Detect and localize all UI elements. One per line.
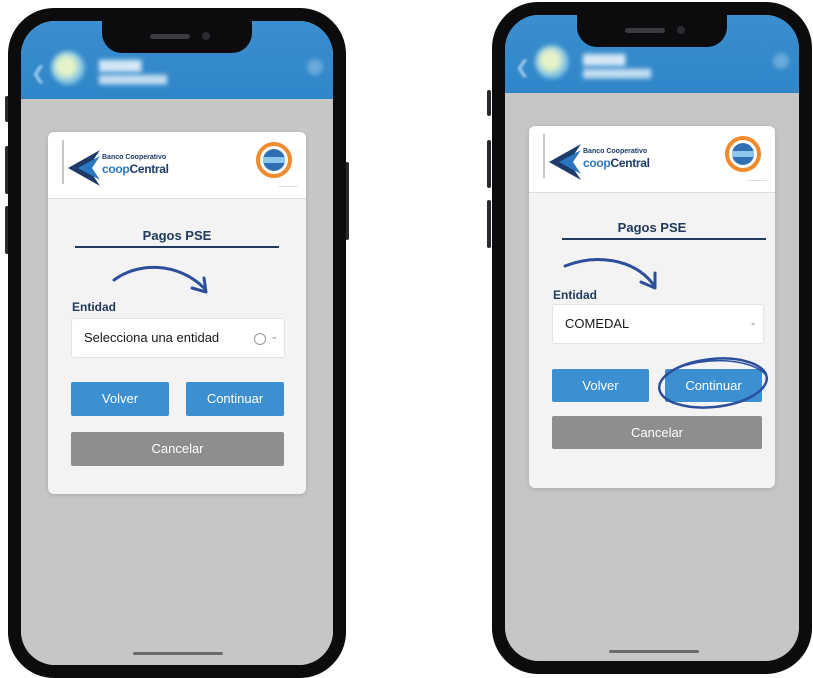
entity-select-value: COMEDAL <box>565 316 630 331</box>
back-icon[interactable]: ❮ <box>515 57 530 78</box>
home-indicator <box>609 650 699 653</box>
payment-card: Banco Cooperativo coopCentral ─────── Pa… <box>529 126 775 488</box>
entity-label: Entidad <box>553 288 597 302</box>
cancel-button[interactable]: Cancelar <box>71 432 284 466</box>
entity-select[interactable]: COMEDAL ⌄ <box>552 304 764 344</box>
bank-name-line2: coopCentral <box>102 162 169 176</box>
curved-arrow-icon <box>112 265 208 294</box>
menu-icon[interactable] <box>307 59 323 75</box>
bank-name-line1: Banco Cooperativo <box>102 154 167 161</box>
volume-up-button <box>487 140 491 188</box>
phone-frame-2: ❮ ██████ ████████████ Banco Cooperativo … <box>492 2 812 674</box>
pse-logo-icon <box>256 142 292 178</box>
entity-select-value: Selecciona una entidad <box>84 330 220 345</box>
back-button[interactable]: Volver <box>552 369 649 402</box>
payment-card: Banco Cooperativo coopCentral ─────── Pa… <box>48 132 306 494</box>
chat-title-blurred: ██████ <box>99 61 142 72</box>
chat-subtitle-blurred: ████████████ <box>99 75 168 84</box>
bank-logo-icon <box>549 144 581 180</box>
notch <box>102 21 252 53</box>
back-icon[interactable]: ❮ <box>31 63 46 84</box>
avatar <box>535 45 569 79</box>
pse-tagline: ─────── <box>747 178 767 183</box>
menu-icon[interactable] <box>773 53 789 69</box>
pse-tagline: ─────── <box>278 184 298 189</box>
bank-logo-icon <box>68 150 100 186</box>
title-underline <box>75 246 279 248</box>
chat-subtitle-blurred: ████████████ <box>583 69 652 78</box>
bank-logo-bar: Banco Cooperativo coopCentral ─────── <box>48 132 306 199</box>
bank-logo-bar: Banco Cooperativo coopCentral ─────── <box>529 126 775 193</box>
chat-title-blurred: ██████ <box>583 55 626 66</box>
chevron-down-icon: ⌄ <box>270 331 278 341</box>
phone-screen-2: ❮ ██████ ████████████ Banco Cooperativo … <box>505 15 799 661</box>
screen-body: Banco Cooperativo coopCentral ─────── Pa… <box>505 93 799 661</box>
page-title: Pagos PSE <box>142 228 212 243</box>
back-button[interactable]: Volver <box>71 382 169 416</box>
page-title: Pagos PSE <box>617 220 687 235</box>
phone-frame-1: ❮ ██████ ████████████ Banco Cooperativo … <box>8 8 346 678</box>
circle-highlight-annotation <box>657 357 769 409</box>
phone-screen-1: ❮ ██████ ████████████ Banco Cooperativo … <box>21 21 333 665</box>
entity-select[interactable]: Selecciona una entidad ⌄ <box>71 318 285 358</box>
entity-label: Entidad <box>72 300 116 314</box>
continue-button[interactable]: Continuar <box>186 382 284 416</box>
notch <box>577 15 727 47</box>
bank-name-line2: coopCentral <box>583 156 650 170</box>
title-underline <box>562 238 766 240</box>
chevron-down-icon: ⌄ <box>749 317 757 327</box>
home-indicator <box>133 652 223 655</box>
silent-switch <box>487 90 491 116</box>
radio-circle-icon <box>254 333 266 345</box>
bank-name-line1: Banco Cooperativo <box>583 148 648 155</box>
pse-logo-icon <box>725 136 761 172</box>
cancel-button[interactable]: Cancelar <box>552 416 762 449</box>
volume-down-button <box>487 200 491 248</box>
avatar <box>51 51 85 85</box>
screen-body: Banco Cooperativo coopCentral ─────── Pa… <box>21 99 333 665</box>
